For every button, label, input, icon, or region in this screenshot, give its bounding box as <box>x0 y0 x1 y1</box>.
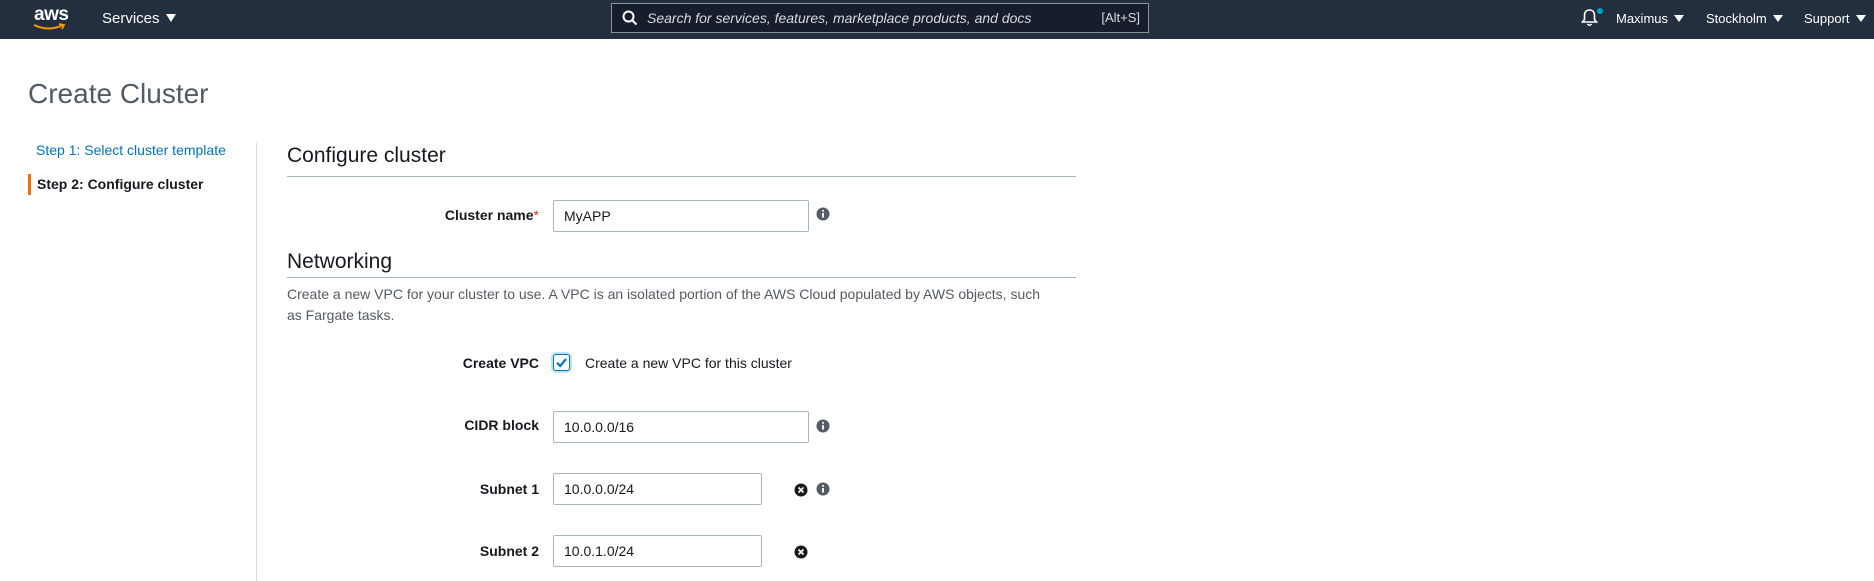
subnet-1-label: Subnet 1 <box>479 481 539 497</box>
steps-divider <box>256 143 257 581</box>
region-name: Stockholm <box>1706 11 1767 26</box>
cluster-name-label: Cluster name* <box>369 207 539 223</box>
cluster-name-input[interactable] <box>553 200 809 232</box>
search-icon <box>622 10 638 26</box>
top-navigation-bar: aws Services [Alt+S] Maximus Stockholm S… <box>0 0 1874 39</box>
cluster-name-label-text: Cluster name <box>444 207 534 223</box>
section-divider <box>287 176 1076 177</box>
search-shortcut-hint: [Alt+S] <box>1101 10 1140 25</box>
support-label: Support <box>1804 11 1850 26</box>
chevron-down-icon <box>1855 15 1866 22</box>
info-icon[interactable] <box>816 419 830 433</box>
services-label: Services <box>102 10 160 27</box>
services-menu[interactable]: Services <box>102 10 176 27</box>
subnet-1-input[interactable] <box>553 473 762 505</box>
section-divider <box>287 277 1076 278</box>
page-title: Create Cluster <box>28 78 209 109</box>
info-icon[interactable] <box>816 207 830 221</box>
create-vpc-label: Create VPC <box>462 355 539 371</box>
support-menu[interactable]: Support <box>1804 11 1866 26</box>
cidr-block-label: CIDR block <box>464 417 539 433</box>
notification-dot <box>1597 8 1603 14</box>
step-2-current: Step 2: Configure cluster <box>37 176 204 192</box>
step-1-link[interactable]: Step 1: Select cluster template <box>36 142 226 158</box>
networking-heading: Networking <box>287 250 393 273</box>
info-icon[interactable] <box>816 482 830 496</box>
chevron-down-icon <box>1674 15 1685 22</box>
chevron-down-icon <box>1772 15 1783 22</box>
aws-smile-icon <box>33 23 66 30</box>
region-menu[interactable]: Stockholm <box>1706 11 1783 26</box>
checkmark-icon <box>556 358 567 368</box>
create-vpc-option-label[interactable]: Create a new VPC for this cluster <box>585 355 792 371</box>
networking-description: Create a new VPC for your cluster to use… <box>287 286 1041 323</box>
aws-logo[interactable]: aws <box>33 4 69 34</box>
cidr-block-input[interactable] <box>553 411 809 443</box>
search-input[interactable] <box>647 4 1067 32</box>
user-menu[interactable]: Maximus <box>1616 11 1685 26</box>
chevron-down-icon <box>165 14 176 22</box>
create-vpc-checkbox[interactable] <box>553 354 570 371</box>
bell-icon[interactable] <box>1581 8 1598 27</box>
user-name: Maximus <box>1616 11 1669 26</box>
subnet-2-input[interactable] <box>553 535 762 567</box>
active-step-indicator <box>28 174 31 195</box>
subnet-2-label: Subnet 2 <box>479 543 539 559</box>
required-mark: * <box>533 207 539 223</box>
configure-cluster-heading: Configure cluster <box>287 144 446 167</box>
remove-subnet-icon[interactable] <box>794 483 808 497</box>
global-search[interactable]: [Alt+S] <box>611 3 1149 33</box>
remove-subnet-icon[interactable] <box>794 545 808 559</box>
